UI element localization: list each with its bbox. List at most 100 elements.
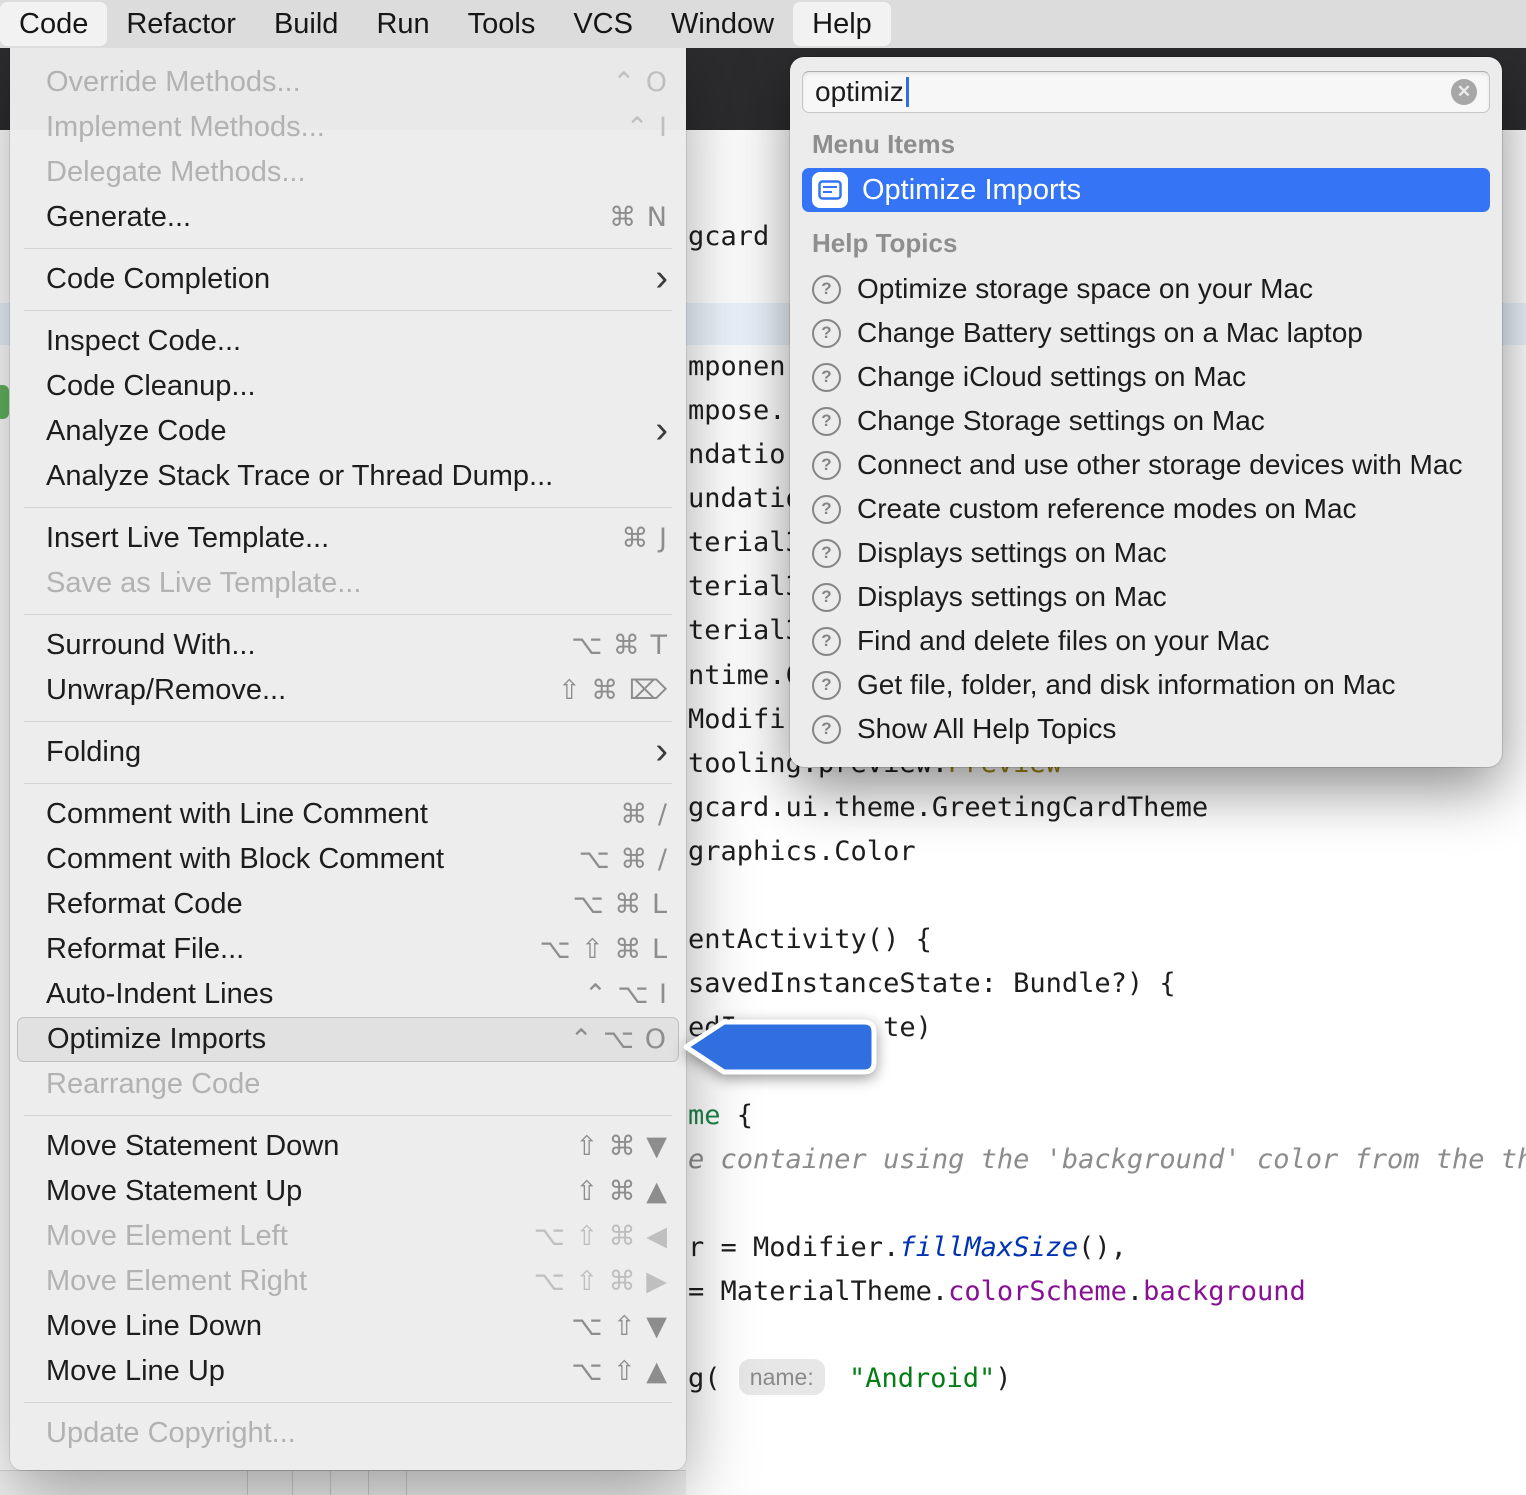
code-text: ndatio xyxy=(688,439,786,470)
menu-item-move-line-up[interactable]: Move Line Up⌥ ⇧ ▲ xyxy=(10,1349,686,1394)
menu-item-surround-with[interactable]: Surround With...⌥ ⌘ T xyxy=(10,623,686,668)
menu-item-delegate-methods: Delegate Methods... xyxy=(10,150,686,195)
menu-item-shortcut: ⌘ / xyxy=(620,799,668,830)
code-text: background xyxy=(1143,1276,1306,1307)
menu-item-comment-block[interactable]: Comment with Block Comment⌥ ⌘ / xyxy=(10,837,686,882)
help-topic-label: Get file, folder, and disk information o… xyxy=(857,669,1396,701)
menu-item-analyze-stack-trace[interactable]: Analyze Stack Trace or Thread Dump... xyxy=(10,454,686,499)
menubar-item-build[interactable]: Build xyxy=(255,0,358,48)
menu-item-inspect-code[interactable]: Inspect Code... xyxy=(10,319,686,364)
help-topic-item[interactable]: ?Change Storage settings on Mac xyxy=(802,399,1490,443)
menubar-item-tools[interactable]: Tools xyxy=(449,0,555,48)
menubar-item-help[interactable]: Help xyxy=(793,2,891,46)
question-mark-icon: ? xyxy=(812,671,841,700)
menu-item-generate[interactable]: Generate...⌘ N xyxy=(10,195,686,240)
menu-item-move-statement-down[interactable]: Move Statement Down⇧ ⌘ ▼ xyxy=(10,1124,686,1169)
code-text: gcard.ui.theme.GreetingCardTheme xyxy=(688,792,1208,823)
code-line[interactable]: graphics.Color xyxy=(688,835,916,869)
menu-separator xyxy=(24,783,672,784)
code-line[interactable]: = MaterialTheme.colorScheme.background xyxy=(688,1275,1306,1309)
help-topic-item[interactable]: ?Find and delete files on your Mac xyxy=(802,619,1490,663)
menu-item-label: Update Copyright... xyxy=(46,1417,296,1450)
code-line[interactable]: e container using the 'background' color… xyxy=(688,1143,1526,1177)
submenu-chevron-icon: › xyxy=(655,732,668,770)
code-line[interactable]: gcard xyxy=(688,220,769,254)
help-topic-label: Connect and use other storage devices wi… xyxy=(857,449,1462,481)
code-line[interactable]: undatio xyxy=(688,482,802,516)
code-line[interactable]: ndatio xyxy=(688,438,786,472)
help-topic-item[interactable]: ?Displays settings on Mac xyxy=(802,575,1490,619)
code-text: ) xyxy=(995,1363,1011,1394)
code-line[interactable]: entActivity() { xyxy=(688,923,932,957)
help-topic-item[interactable]: ?Optimize storage space on your Mac xyxy=(802,267,1490,311)
code-line[interactable]: me { xyxy=(688,1099,753,1133)
clear-search-icon[interactable]: ✕ xyxy=(1451,79,1477,105)
code-text: fillMaxSize xyxy=(899,1232,1078,1263)
menu-item-reformat-code[interactable]: Reformat Code⌥ ⌘ L xyxy=(10,882,686,927)
bottom-panel-edge xyxy=(0,1470,686,1495)
help-topic-item[interactable]: ? Change Battery settings on a Mac laptop xyxy=(802,311,1490,355)
code-text: terial3 xyxy=(688,527,802,558)
help-topic-label: Show All Help Topics xyxy=(857,713,1116,745)
help-topic-item[interactable]: ? Get file, folder, and disk information … xyxy=(802,663,1490,707)
menu-item-insert-live-template[interactable]: Insert Live Template...⌘ J xyxy=(10,516,686,561)
menu-item-label: Code Completion xyxy=(46,263,270,296)
menu-item-move-element-left: Move Element Left⌥ ⇧ ⌘ ◀ xyxy=(10,1214,686,1259)
help-topic-item[interactable]: ?Create custom reference modes on Mac xyxy=(802,487,1490,531)
menu-item-shortcut: ⌥ ⌘ L xyxy=(573,889,668,920)
code-line[interactable]: ntime.C xyxy=(688,659,802,693)
menubar-item-code[interactable]: Code xyxy=(0,2,107,46)
menu-item-shortcut: ⌥ ⇧ ▼ xyxy=(571,1311,668,1342)
question-mark-icon: ? xyxy=(812,319,841,348)
code-line[interactable]: mponen xyxy=(688,350,786,384)
search-result-optimize-imports[interactable]: Optimize Imports xyxy=(802,168,1490,212)
code-text: mponen xyxy=(688,351,786,382)
code-line[interactable]: terial3 xyxy=(688,570,802,604)
parameter-hint-badge: name: xyxy=(739,1359,825,1395)
code-text: ntime.C xyxy=(688,660,802,691)
menubar-item-run[interactable]: Run xyxy=(357,0,448,48)
help-topic-item[interactable]: ?Show All Help Topics xyxy=(802,707,1490,751)
menu-item-move-statement-up[interactable]: Move Statement Up⇧ ⌘ ▲ xyxy=(10,1169,686,1214)
menubar-item-vcs[interactable]: VCS xyxy=(554,0,652,48)
menu-item-analyze-code[interactable]: Analyze Code› xyxy=(10,409,686,454)
code-line[interactable]: Modifi xyxy=(688,703,786,737)
menu-item-label: Analyze Stack Trace or Thread Dump... xyxy=(46,460,553,493)
code-line[interactable]: g( name: "Android") xyxy=(688,1361,1012,1397)
menu-item-comment-line[interactable]: Comment with Line Comment⌘ / xyxy=(10,792,686,837)
menu-item-shortcut: ⌃ ⌥ O xyxy=(570,1024,667,1055)
menu-item-label: Inspect Code... xyxy=(46,325,241,358)
code-line[interactable]: savedInstanceState: Bundle?) { xyxy=(688,967,1176,1001)
menu-item-label: Analyze Code xyxy=(46,415,227,448)
help-topic-label: Change Battery settings on a Mac laptop xyxy=(857,317,1363,349)
gutter-icon-fragment xyxy=(0,385,9,419)
code-line[interactable]: mpose. xyxy=(688,394,786,428)
menubar-item-window[interactable]: Window xyxy=(652,0,793,48)
section-header-help-topics: Help Topics xyxy=(812,228,1480,259)
code-line[interactable]: terial3 xyxy=(688,526,802,560)
menu-item-shortcut: ⇧ ⌘ ▼ xyxy=(575,1131,668,1162)
menu-item-shortcut: ⌥ ⇧ ⌘ ▶ xyxy=(534,1266,668,1297)
menu-item-auto-indent-lines[interactable]: Auto-Indent Lines⌃ ⌥ I xyxy=(10,972,686,1017)
menu-item-code-completion[interactable]: Code Completion› xyxy=(10,257,686,302)
menu-item-optimize-imports[interactable]: Optimize Imports⌃ ⌥ O xyxy=(17,1017,679,1062)
menu-item-shortcut: ⌃ O xyxy=(613,67,668,98)
menu-item-shortcut: ⌥ ⇧ ⌘ L xyxy=(539,934,668,965)
help-topic-item[interactable]: ?Displays settings on Mac xyxy=(802,531,1490,575)
menu-item-unwrap-remove[interactable]: Unwrap/Remove...⇧ ⌘ ⌦ xyxy=(10,668,686,713)
code-line[interactable]: terial3 xyxy=(688,614,802,648)
menu-item-reformat-file[interactable]: Reformat File...⌥ ⇧ ⌘ L xyxy=(10,927,686,972)
menu-item-shortcut: ⌥ ⇧ ⌘ ◀ xyxy=(534,1221,668,1252)
help-search-field[interactable]: optimiz ✕ xyxy=(802,71,1490,113)
menu-item-move-line-down[interactable]: Move Line Down⌥ ⇧ ▼ xyxy=(10,1304,686,1349)
menu-item-code-cleanup[interactable]: Code Cleanup... xyxy=(10,364,686,409)
help-topic-item[interactable]: ?Change iCloud settings on Mac xyxy=(802,355,1490,399)
code-line[interactable]: gcard.ui.theme.GreetingCardTheme xyxy=(688,791,1208,825)
help-topic-item[interactable]: ?Connect and use other storage devices w… xyxy=(802,443,1490,487)
code-text: colorScheme xyxy=(948,1276,1127,1307)
menu-item-folding[interactable]: Folding› xyxy=(10,730,686,775)
code-line[interactable]: r = Modifier.fillMaxSize(), xyxy=(688,1231,1127,1265)
menubar-item-refactor[interactable]: Refactor xyxy=(107,0,255,48)
search-result-label: Optimize Imports xyxy=(862,174,1081,207)
code-text: te) xyxy=(883,1012,932,1043)
